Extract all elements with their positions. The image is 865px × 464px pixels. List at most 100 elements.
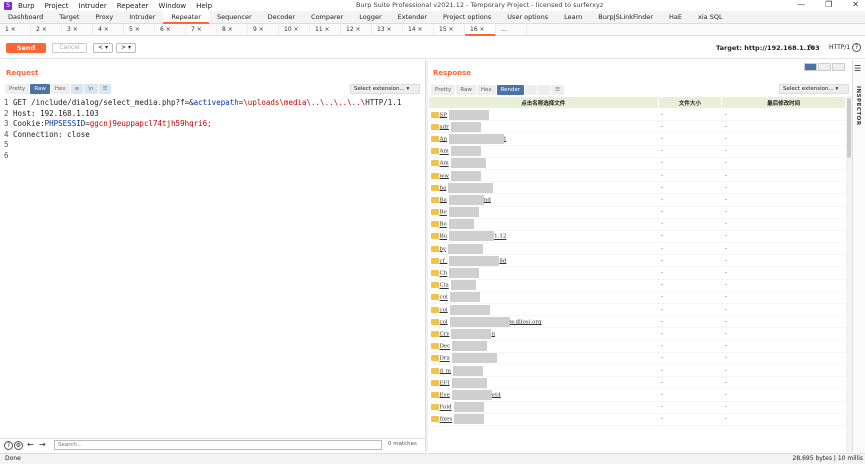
response-view-raw[interactable]: Raw: [456, 85, 476, 95]
file-link[interactable]: Cry: [440, 331, 450, 337]
menu-help[interactable]: Help: [196, 2, 212, 10]
tab-user-options[interactable]: User options: [499, 11, 556, 24]
file-link[interactable]: Bu: [440, 234, 448, 240]
repeater-tab[interactable]: 11 ×: [310, 24, 341, 36]
inspector-label[interactable]: INSPECTOR: [855, 86, 861, 126]
file-name-cell[interactable]: d_m: [428, 364, 658, 378]
tab-hae[interactable]: HaE: [661, 11, 690, 24]
help-icon[interactable]: ?: [4, 441, 13, 450]
file-link[interactable]: SP: [440, 112, 447, 118]
prev-match-icon[interactable]: ←: [27, 440, 34, 449]
menu-burp[interactable]: Burp: [18, 2, 35, 10]
repeater-tab[interactable]: 1 ×: [0, 24, 31, 36]
request-line[interactable]: 6: [4, 151, 422, 162]
file-link[interactable]: Bo: [440, 222, 447, 228]
file-name-cell[interactable]: cf_ 8d: [428, 254, 658, 268]
file-link[interactable]: Ba: [440, 197, 447, 203]
request-editor[interactable]: 1 GET /include/dialog/select_media.php?f=…: [4, 98, 422, 438]
tab-learn[interactable]: Learn: [556, 11, 590, 24]
tab-extender[interactable]: Extender: [390, 11, 435, 24]
tab-project-options[interactable]: Project options: [435, 11, 499, 24]
file-link[interactable]: Am: [440, 149, 449, 155]
response-view-render[interactable]: Render: [496, 85, 525, 95]
file-link[interactable]: Ch: [440, 271, 448, 277]
send-button[interactable]: Send: [6, 43, 46, 53]
tab-xia-sql[interactable]: xia SQL: [690, 11, 731, 24]
file-link[interactable]: cf_: [440, 258, 448, 264]
file-name-cell[interactable]: Ch: [428, 266, 658, 280]
repeater-tab[interactable]: 15 ×: [434, 24, 465, 36]
request-line[interactable]: 2 Host: 192.168.1.103: [4, 109, 422, 120]
file-link[interactable]: Be: [440, 210, 447, 216]
request-view-raw[interactable]: Raw: [30, 84, 50, 94]
file-link-suffix[interactable]: nd: [484, 197, 491, 203]
file-name-cell[interactable]: Bo: [428, 218, 658, 231]
file-link[interactable]: Dra: [440, 356, 450, 362]
repeater-tab[interactable]: 6 ×: [155, 24, 186, 36]
http-version[interactable]: HTTP/1: [829, 44, 850, 51]
file-name-cell[interactable]: Dra: [428, 352, 658, 365]
repeater-tab[interactable]: ...: [496, 24, 527, 36]
file-name-cell[interactable]: adr: [428, 120, 658, 134]
tab-dashboard[interactable]: Dashboard: [0, 11, 51, 24]
repeater-tab[interactable]: 7 ×: [186, 24, 217, 36]
file-name-cell[interactable]: Cry n: [428, 327, 658, 341]
file-name-cell[interactable]: ww: [428, 169, 658, 183]
tab-target[interactable]: Target: [51, 11, 87, 24]
file-name-cell[interactable]: Cla: [428, 279, 658, 292]
tab-comparer[interactable]: Comparer: [303, 11, 351, 24]
file-link[interactable]: Am: [440, 161, 449, 167]
request-extension-select[interactable]: Select extension... ▾: [350, 84, 420, 94]
file-name-cell[interactable]: fixes: [428, 413, 658, 426]
request-view-pretty[interactable]: Pretty: [5, 84, 30, 94]
settings-icon[interactable]: ⚙: [14, 441, 23, 450]
file-name-cell[interactable]: Fold: [428, 401, 658, 414]
file-name-cell[interactable]: Am: [428, 145, 658, 158]
file-link[interactable]: Dec: [440, 344, 451, 350]
repeater-tab[interactable]: 4 ×: [93, 24, 124, 36]
tab-logger[interactable]: Logger: [351, 11, 389, 24]
menu-intruder[interactable]: Intruder: [79, 2, 107, 10]
file-link-suffix[interactable]: 1.12: [494, 234, 506, 240]
tab-burpjslinkfinder[interactable]: BurpJSLinkFinder: [590, 11, 661, 24]
layout-horizontal-icon[interactable]: [818, 63, 831, 71]
repeater-tab[interactable]: 16 ×: [465, 24, 496, 36]
file-link[interactable]: fixes: [440, 417, 453, 423]
response-extension-select[interactable]: Select extension... ▾: [779, 84, 849, 94]
request-view-option-3[interactable]: ≡: [70, 84, 84, 94]
repeater-tab[interactable]: 2 ×: [31, 24, 62, 36]
tab-decoder[interactable]: Decoder: [260, 11, 303, 24]
file-name-cell[interactable]: SP: [428, 108, 658, 122]
file-link-suffix[interactable]: et4: [492, 392, 501, 398]
response-view-hex[interactable]: Hex: [476, 85, 496, 95]
menu-window[interactable]: Window: [159, 2, 187, 10]
back-button[interactable]: < ▾: [93, 43, 113, 53]
next-match-icon[interactable]: →: [39, 440, 46, 449]
file-link-suffix[interactable]: t: [504, 136, 506, 142]
response-view-option-4[interactable]: [525, 85, 538, 95]
response-view-option-6[interactable]: ☰: [551, 85, 565, 95]
file-link-suffix[interactable]: n: [491, 331, 495, 337]
file-name-cell[interactable]: ba: [428, 181, 658, 195]
request-line[interactable]: 5: [4, 140, 422, 151]
file-link[interactable]: col: [440, 307, 448, 313]
response-view-pretty[interactable]: Pretty: [431, 85, 456, 95]
file-link[interactable]: by: [440, 246, 447, 252]
file-link[interactable]: adr: [440, 124, 449, 130]
inspector-menu-icon[interactable]: ☰: [854, 64, 861, 73]
file-link[interactable]: EFI: [440, 380, 450, 386]
file-link[interactable]: d_m: [440, 368, 452, 374]
file-name-cell[interactable]: An t: [428, 132, 658, 146]
file-name-cell[interactable]: col: [428, 291, 658, 305]
file-link[interactable]: Fold: [440, 405, 452, 411]
scrollbar-thumb[interactable]: [847, 98, 851, 158]
search-input[interactable]: [54, 440, 382, 450]
menu-project[interactable]: Project: [45, 2, 69, 10]
file-link[interactable]: ba: [440, 185, 447, 191]
request-line[interactable]: 4 Connection: close: [4, 130, 422, 141]
file-link[interactable]: Eve: [440, 392, 450, 398]
repeater-tab[interactable]: 5 ×: [124, 24, 155, 36]
file-name-cell[interactable]: Am: [428, 157, 658, 170]
layout-tabs-icon[interactable]: [832, 63, 845, 71]
tab-sequencer[interactable]: Sequencer: [209, 11, 260, 24]
